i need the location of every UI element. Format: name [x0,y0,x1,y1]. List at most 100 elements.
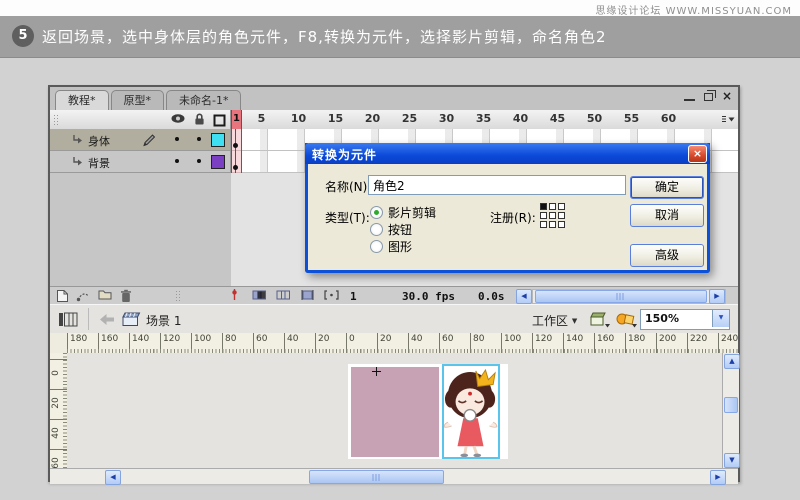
frame-number[interactable]: 25 [391,112,428,125]
ok-button[interactable]: 确定 [630,176,704,199]
crosshair-cursor [372,367,381,376]
layer-row[interactable]: 背景 [50,151,231,173]
layer-icon [72,156,84,167]
workspace-button[interactable]: 工作区 ▼ [532,312,577,329]
insert-folder-icon[interactable] [98,289,112,300]
scroll-down-icon[interactable]: ▼ [724,453,740,468]
frame-number[interactable]: 20 [354,112,391,125]
frame-number[interactable]: 10 [280,112,317,125]
frame-number[interactable]: 30 [428,112,465,125]
controls-gripper-icon[interactable] [175,290,182,301]
frame-number[interactable]: 40 [502,112,539,125]
vertical-scrollbar[interactable]: ▲ ▼ [722,353,740,468]
advanced-button[interactable]: 高级 [630,244,704,267]
minimize-icon[interactable] [684,91,695,101]
frame-number[interactable]: 5 [243,112,280,125]
horizontal-scrollbar[interactable]: ◀ ▶ [50,468,738,485]
document-tab[interactable]: 原型* [110,90,164,110]
convert-to-symbol-dialog: 转换为元件 × 名称(N): 类型(T): 影片剪辑 按钮 图形 注册(R): [305,143,710,273]
watermark-text: 思缘设计论坛 WWW.MISSYUAN.COM [595,6,792,17]
ruler-corner [50,333,68,354]
frame-number[interactable]: 35 [465,112,502,125]
horizontal-scrollbar-thumb[interactable] [309,470,444,484]
symbol-name-input[interactable] [368,175,626,195]
timeline-scrollbar-thumb[interactable] [535,290,707,303]
selected-symbol-bounding-box[interactable] [442,364,500,459]
document-tab[interactable]: 未命名-1* [166,90,242,110]
onion-skin-outlines-icon[interactable] [276,289,291,301]
zoom-level-combobox[interactable]: 150% ▼ [640,309,730,330]
outline-view-icon[interactable] [213,114,226,127]
type-label: 类型(T): [325,211,370,225]
scroll-right-icon[interactable]: ▶ [710,470,726,485]
registration-grid[interactable] [540,203,567,230]
back-arrow-icon[interactable] [100,314,114,325]
character-artwork [444,368,498,457]
document-tabbar: 教程* 原型* 未命名-1* × [50,87,738,111]
lock-icon[interactable] [194,113,205,126]
restore-icon[interactable] [704,93,713,101]
symbol-type-option[interactable]: 按钮 [370,223,436,237]
panel-menu-icon[interactable] [722,115,735,124]
playhead-frame-indicator[interactable]: 1 [231,110,242,129]
scroll-left-icon[interactable]: ◀ [105,470,121,485]
timeline-scroll-right-icon[interactable]: ▶ [709,289,725,304]
zoom-dropdown-icon[interactable]: ▼ [712,310,729,327]
keyframe-dot[interactable] [233,143,238,148]
motion-guide-icon[interactable] [76,289,90,302]
layer-name: 身体 [88,135,110,148]
radio-icon [370,206,383,219]
layer-lock-dot[interactable] [197,159,201,163]
edit-scene-icon[interactable] [590,312,611,328]
timeline-scroll-left-icon[interactable]: ◀ [516,289,532,304]
layer-outline-swatch[interactable] [211,155,225,169]
insert-layer-icon[interactable] [56,289,69,303]
dialog-close-icon[interactable]: × [688,145,707,163]
scene-clapperboard-icon [122,312,141,327]
frame-rate-value[interactable]: 30.0 fps [402,290,455,303]
show-hide-eye-icon[interactable] [171,113,185,124]
cancel-button[interactable]: 取消 [630,204,704,227]
name-label: 名称(N): [325,180,372,194]
background-rectangle[interactable] [351,367,439,457]
layer-lock-dot[interactable] [197,137,201,141]
vertical-ruler: 0 20 40 60 [50,353,68,468]
delete-layer-icon[interactable] [120,289,132,303]
dialog-titlebar[interactable]: 转换为元件 × [305,143,710,164]
panel-gripper-icon[interactable] [53,114,60,125]
layer-visible-dot[interactable] [175,137,179,141]
frame-number[interactable]: 60 [650,112,687,125]
onion-skin-icon[interactable] [252,289,267,301]
frame-number[interactable]: 55 [613,112,650,125]
layer-visible-dot[interactable] [175,159,179,163]
timeline-toggle-icon[interactable] [58,312,78,327]
canvas-area[interactable] [67,353,722,468]
edit-multiple-frames-icon[interactable] [300,289,315,301]
layer-outline-swatch[interactable] [211,133,225,147]
center-frame-icon[interactable] [230,289,239,302]
document-tab[interactable]: 教程* [55,90,109,110]
layer-row[interactable]: 身体 [50,129,231,151]
close-icon[interactable]: × [722,90,733,102]
modify-markers-icon[interactable] [324,289,339,301]
symbol-type-options: 影片剪辑 按钮 图形 [370,206,436,254]
layer-list: 身体 背景 [50,129,231,173]
stage[interactable] [348,364,508,459]
edit-bar: 场景 1 工作区 ▼ 150% ▼ [50,304,738,335]
vertical-scrollbar-thumb[interactable] [724,397,738,413]
step-instruction-bar: 5 返回场景，选中身体层的角色元件，F8,转换为元件，选择影片剪辑，命名角色2 [0,16,800,58]
zoom-level-value: 150% [645,312,679,325]
scene-name[interactable]: 场景 1 [146,312,181,329]
layer-list-empty-area [50,173,231,286]
frame-number[interactable]: 50 [576,112,613,125]
keyframe-dot[interactable] [233,165,238,170]
timeline-controls: 1 30.0 fps 0.0s ◀ ▶ [50,286,738,306]
frame-number[interactable]: 15 [317,112,354,125]
edit-bar-divider [88,308,89,330]
document-tabs: 教程* 原型* 未命名-1* [55,90,242,110]
scroll-up-icon[interactable]: ▲ [724,354,740,369]
symbol-type-option[interactable]: 影片剪辑 [370,206,436,220]
frame-number[interactable]: 45 [539,112,576,125]
symbol-type-option[interactable]: 图形 [370,240,436,254]
edit-symbol-icon[interactable] [616,312,638,328]
